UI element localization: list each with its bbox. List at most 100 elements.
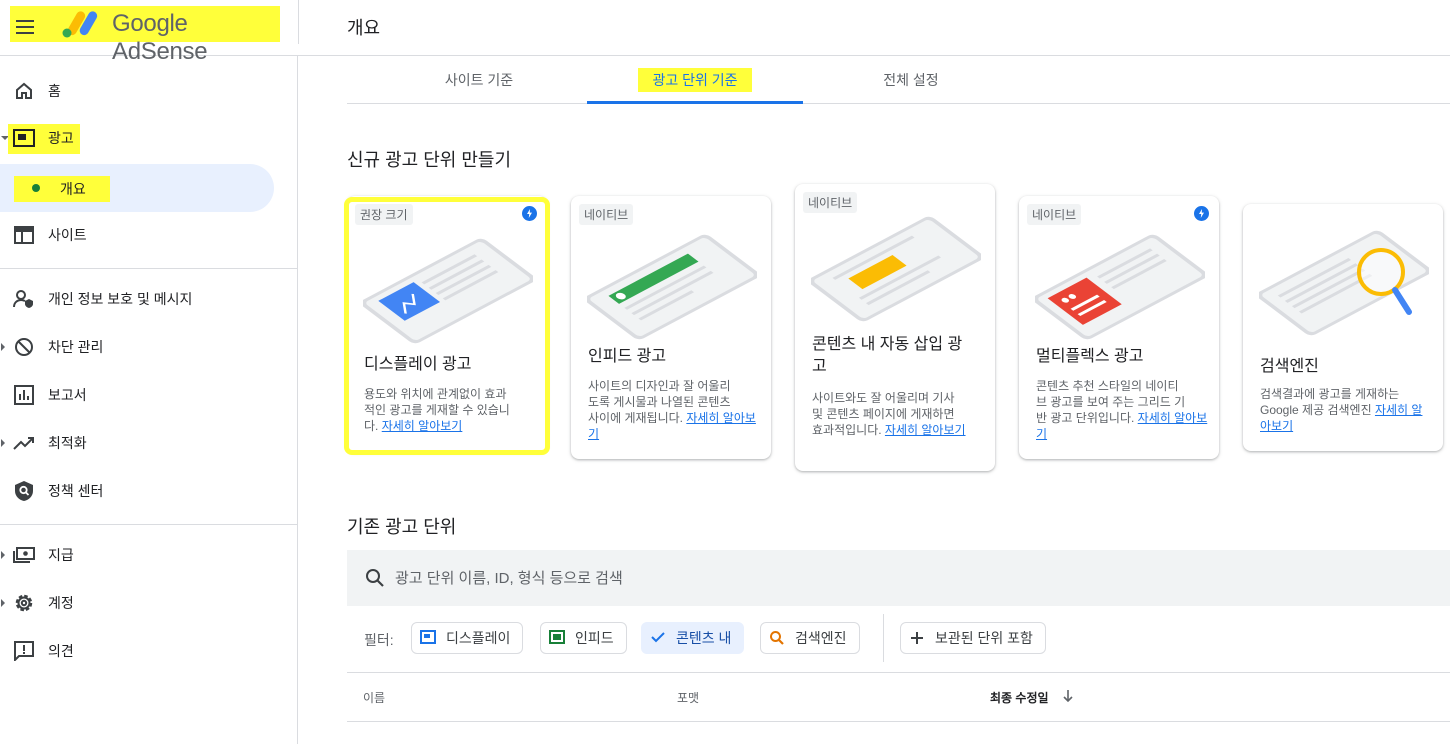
display-ad-card[interactable]: 권장 크기 디스플레이 광고 용도와 위치에 관계없이 효과 적인 광고를 게재… [347, 196, 547, 452]
sidebar-item-feedback[interactable]: 의견 [0, 631, 298, 671]
top-app-bar: Google AdSense 개요 [0, 0, 1450, 65]
sidebar-item-ads[interactable]: 광고 [0, 118, 298, 158]
sidebar: 홈 광고 개요 사이트 개인 정보 보호 및 메시지 차단 관리 보고서 최적화… [0, 56, 298, 744]
sidebar-item-sites[interactable]: 사이트 [0, 215, 298, 255]
home-icon [12, 79, 36, 103]
adsense-logo-icon [62, 11, 98, 38]
optimization-icon [12, 431, 36, 455]
sidebar-item-label: 최적화 [48, 435, 87, 451]
sidebar-item-label: 의견 [48, 643, 74, 659]
divider [883, 614, 884, 662]
tab-by-ad-unit[interactable]: 광고 단위 기준 [587, 56, 803, 104]
section-title-existing: 기존 광고 단위 [347, 517, 457, 537]
sort-arrow-down-icon[interactable] [1062, 689, 1074, 703]
sidebar-item-home[interactable]: 홈 [0, 71, 298, 111]
ads-icon [12, 126, 36, 150]
learn-more-link[interactable]: 자세히 알아보기 [885, 423, 966, 437]
sidebar-item-overview[interactable]: 개요 [0, 164, 274, 212]
page-title: 개요 [347, 18, 381, 38]
reports-icon [12, 383, 36, 407]
card-title: 검색엔진 [1260, 358, 1319, 375]
main-menu-button[interactable] [12, 14, 38, 40]
tab-bar: 사이트 기준 광고 단위 기준 전체 설정 [347, 56, 1450, 104]
recommended-badge: 권장 크기 [355, 204, 413, 225]
filter-label: 필터: [364, 632, 394, 648]
sidebar-item-optimization[interactable]: 최적화 [0, 423, 298, 463]
sidebar-item-privacy[interactable]: 개인 정보 보호 및 메시지 [0, 279, 298, 319]
expand-arrow-icon [1, 439, 5, 447]
sidebar-item-label: 개인 정보 보호 및 메시지 [48, 291, 193, 307]
card-title: 멀티플렉스 광고 [1036, 348, 1144, 365]
sidebar-item-label: 광고 [48, 130, 74, 146]
sidebar-item-label: 개요 [60, 181, 86, 197]
ad-units-table-header: 이름 포맷 최종 수정일 [347, 672, 1450, 722]
policy-icon [12, 479, 36, 503]
in-article-ad-illustration-icon [811, 216, 981, 322]
tab-label: 광고 단위 기준 [638, 68, 752, 92]
native-badge: 네이티브 [803, 192, 858, 213]
search-engine-card[interactable]: 검색엔진 검색결과에 광고를 게재하는 Google 제공 검색엔진 자세히 알… [1243, 204, 1443, 451]
in-feed-icon [549, 630, 565, 646]
card-title: 디스플레이 광고 [364, 356, 472, 373]
sidebar-item-policy[interactable]: 정책 센터 [0, 471, 298, 511]
block-icon [12, 335, 36, 359]
search-icon [769, 630, 785, 646]
filter-chip-display[interactable]: 디스플레이 [411, 622, 524, 654]
card-description: 검색결과에 광고를 게재하는 Google 제공 검색엔진 자세히 알아보기 [1260, 387, 1423, 433]
brand-highlight: Google AdSense [10, 6, 280, 65]
payments-icon [12, 543, 36, 567]
in-article-ad-card[interactable]: 네이티브 콘텐츠 내 자동 삽입 광 고 사이트와도 잘 어울리며 기사 및 콘… [795, 184, 995, 471]
expand-arrow-icon [1, 343, 5, 351]
plus-icon [909, 630, 925, 646]
sidebar-item-label: 계정 [48, 595, 74, 611]
tab-global-settings[interactable]: 전체 설정 [803, 56, 1019, 104]
card-description: 사이트와도 잘 어울리며 기사 및 콘텐츠 페이지에 게재하면 효과적입니다. … [812, 391, 966, 437]
filter-chip-in-feed[interactable]: 인피드 [540, 622, 627, 654]
column-header-format[interactable]: 포맷 [677, 689, 699, 706]
expand-arrow-icon [1, 551, 5, 559]
column-header-last-modified[interactable]: 최종 수정일 [990, 689, 1049, 706]
chip-label: 보관된 단위 포함 [935, 630, 1033, 646]
privacy-icon [12, 287, 36, 311]
sidebar-item-reports[interactable]: 보고서 [0, 375, 298, 415]
in-feed-ad-illustration-icon [587, 234, 757, 340]
ad-unit-search-bar [347, 550, 1450, 606]
filter-chip-search-engine[interactable]: 검색엔진 [760, 622, 860, 654]
card-description: 사이트의 디자인과 잘 어울리 도록 게시물과 나열된 콘텐츠 사이에 게재됩니… [588, 379, 756, 441]
native-badge: 네이티브 [579, 204, 634, 225]
bolt-icon [1194, 206, 1209, 221]
dot-icon [32, 184, 40, 192]
tab-by-site[interactable]: 사이트 기준 [371, 56, 587, 104]
card-title: 콘텐츠 내 자동 삽입 광 고 [812, 336, 963, 375]
search-icon [366, 569, 384, 587]
chip-label: 검색엔진 [795, 630, 847, 646]
search-engine-illustration-icon [1259, 230, 1429, 336]
learn-more-link[interactable]: 자세히 알아보기 [382, 419, 463, 433]
chip-label: 인피드 [575, 630, 614, 646]
multiplex-ad-card[interactable]: 네이티브 멀티플렉스 광고 콘텐츠 추천 스타일의 네이티 브 광고를 보여 주… [1019, 196, 1219, 459]
card-description: 용도와 위치에 관계없이 효과 적인 광고를 게재할 수 있습니 다. 자세히 … [364, 387, 510, 433]
filter-chip-in-article[interactable]: 콘텐츠 내 [641, 622, 745, 654]
include-archived-chip[interactable]: 보관된 단위 포함 [900, 622, 1046, 654]
active-tab-indicator [587, 101, 803, 104]
chip-label: 콘텐츠 내 [676, 630, 732, 646]
divider [298, 0, 299, 44]
in-feed-ad-card[interactable]: 네이티브 인피드 광고 사이트의 디자인과 잘 어울리 도록 게시물과 나열된 … [571, 196, 771, 459]
sidebar-item-label: 보고서 [48, 387, 87, 403]
card-title: 인피드 광고 [588, 348, 667, 365]
chip-label: 디스플레이 [446, 630, 511, 646]
card-description: 콘텐츠 추천 스타일의 네이티 브 광고를 보여 주는 그리드 기 반 광고 단… [1036, 379, 1208, 441]
divider [0, 524, 298, 525]
sidebar-item-account[interactable]: 계정 [0, 583, 298, 623]
feedback-icon [12, 639, 36, 663]
column-header-name[interactable]: 이름 [363, 689, 385, 706]
bolt-icon [522, 206, 537, 221]
sidebar-item-blocking[interactable]: 차단 관리 [0, 327, 298, 367]
sidebar-item-label: 정책 센터 [48, 483, 104, 499]
check-icon [650, 630, 666, 646]
search-input[interactable] [395, 566, 1095, 590]
section-title-new: 신규 광고 단위 만들기 [347, 150, 512, 170]
sidebar-item-payments[interactable]: 지급 [0, 535, 298, 575]
display-icon [420, 630, 436, 646]
sites-icon [12, 223, 36, 247]
